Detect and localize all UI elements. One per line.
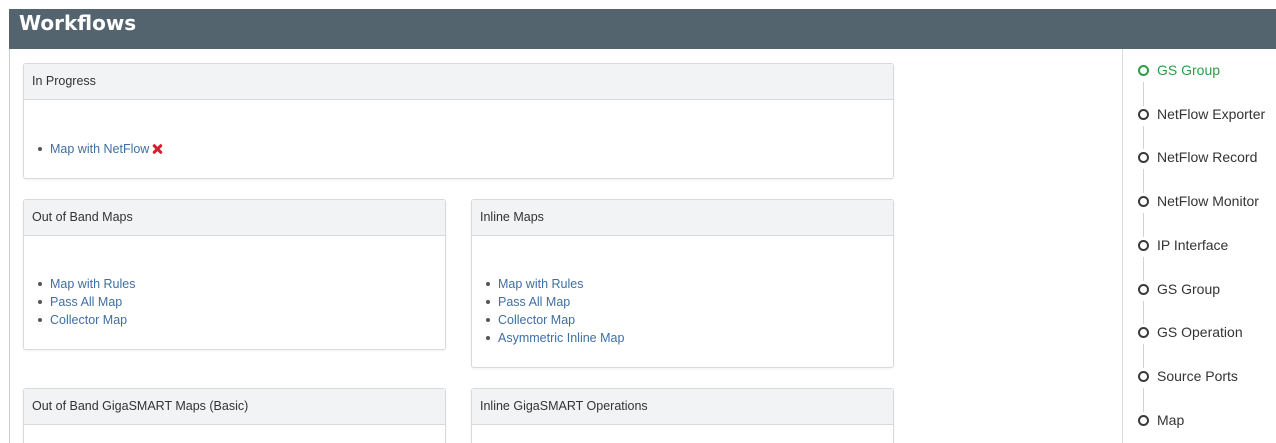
list-item: Pass All Map [485,293,624,311]
step-label: NetFlow Record [1157,149,1258,165]
step-connector [1143,169,1144,193]
circle-icon [1138,151,1149,163]
panel-in-progress: In Progress Map with NetFlow [23,63,894,179]
step-connector [1143,388,1144,412]
step-netflow-exporter[interactable]: NetFlow Exporter [1138,104,1265,124]
list-item: Map with NetFlow [37,140,163,158]
workflow-link[interactable]: Pass All Map [50,295,122,309]
panel-out-of-band-maps: Out of Band Maps Map with Rules Pass All… [23,199,446,350]
panel-title: Inline Maps [472,200,893,236]
page-header: Workflows [9,9,1276,49]
step-ip-interface[interactable]: IP Interface [1138,235,1228,255]
list-item: Map with Rules [485,275,624,293]
circle-icon [1138,195,1149,207]
panel-inline-gigasmart-operations: Inline GigaSMART Operations [471,388,894,443]
step-label: NetFlow Monitor [1157,193,1259,209]
workflow-link-map-with-netflow[interactable]: Map with NetFlow [50,142,149,156]
circle-icon [1138,64,1149,76]
circle-icon [1138,414,1149,426]
panel-inline-maps: Inline Maps Map with Rules Pass All Map … [471,199,894,368]
step-source-ports[interactable]: Source Ports [1138,366,1238,386]
panel-title: Inline GigaSMART Operations [472,389,893,425]
steps-sidebar-divider [1122,49,1123,443]
step-gs-operation[interactable]: GS Operation [1138,322,1243,342]
step-label: GS Group [1157,281,1221,297]
list-item: Pass All Map [37,293,135,311]
step-gs-group-2[interactable]: GS Group [1138,279,1220,299]
content-left-border [9,49,10,443]
step-label: GS Group [1157,62,1221,78]
step-connector [1143,301,1144,324]
panel-title: In Progress [24,64,893,100]
workflow-link[interactable]: Map with Rules [50,277,135,291]
step-map[interactable]: Map [1138,410,1184,430]
circle-icon [1138,108,1149,120]
step-label: GS Operation [1157,324,1243,340]
out-of-band-maps-list: Map with Rules Pass All Map Collector Ma… [37,275,135,329]
step-label: Source Ports [1157,368,1238,384]
page-title: Workflows [19,11,137,35]
step-netflow-record[interactable]: NetFlow Record [1138,147,1257,167]
step-connector [1143,126,1144,149]
inline-maps-list: Map with Rules Pass All Map Collector Ma… [485,275,624,347]
list-item: Map with Rules [37,275,135,293]
list-item: Collector Map [37,311,135,329]
workflow-link[interactable]: Collector Map [498,313,575,327]
step-label: NetFlow Exporter [1157,106,1266,122]
circle-icon [1138,283,1149,295]
in-progress-list: Map with NetFlow [37,140,163,158]
step-label: Map [1157,412,1185,428]
list-item: Asymmetric Inline Map [485,329,624,347]
close-icon[interactable] [153,144,163,154]
panel-out-of-band-gigasmart-maps: Out of Band GigaSMART Maps (Basic) [23,388,446,443]
step-label: IP Interface [1157,237,1229,253]
step-gs-group[interactable]: GS Group [1138,60,1220,80]
workflow-link[interactable]: Asymmetric Inline Map [498,331,624,345]
step-connector [1143,257,1144,281]
step-connector [1143,82,1144,106]
panel-title: Out of Band GigaSMART Maps (Basic) [24,389,445,425]
panel-title: Out of Band Maps [24,200,445,236]
circle-icon [1138,239,1149,251]
step-netflow-monitor[interactable]: NetFlow Monitor [1138,191,1259,211]
circle-icon [1138,326,1149,338]
workflow-link[interactable]: Map with Rules [498,277,583,291]
step-connector [1143,344,1144,368]
circle-icon [1138,370,1149,382]
list-item: Collector Map [485,311,624,329]
workflow-link[interactable]: Pass All Map [498,295,570,309]
workflow-link[interactable]: Collector Map [50,313,127,327]
step-connector [1143,213,1144,237]
